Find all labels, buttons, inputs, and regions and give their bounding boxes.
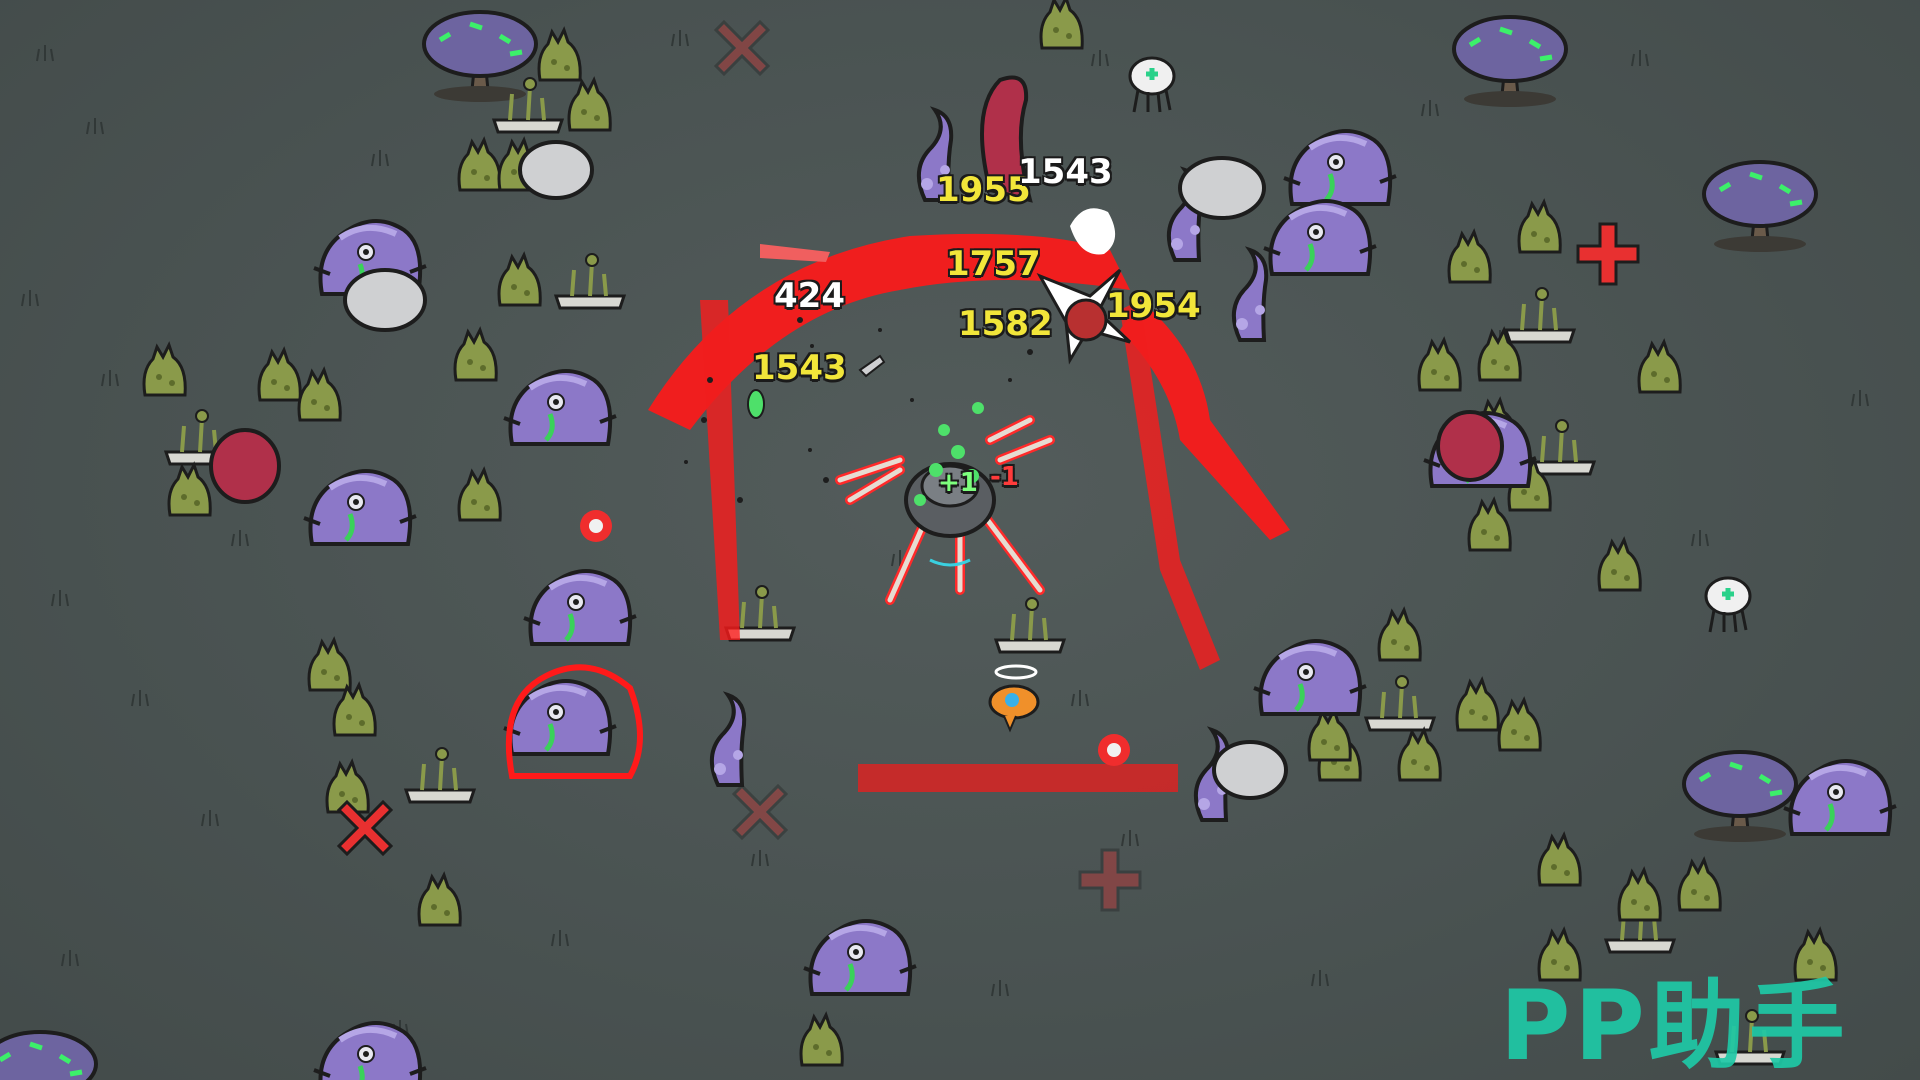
damage-number: 1582 (958, 304, 1053, 344)
damage-number: 424 (774, 276, 845, 316)
trees (0, 12, 1816, 1080)
player-mech (835, 402, 1055, 605)
damage-number: 1955 (936, 170, 1031, 210)
heal-number: +1 (938, 468, 978, 498)
companion-drone (988, 664, 1040, 733)
game-viewport[interactable]: 1955 1543 1757 424 1582 1954 1543 +1 -1 … (0, 0, 1920, 1080)
damage-number: -1 (990, 462, 1019, 492)
game-scene (0, 0, 1920, 1080)
damage-number: 1543 (752, 348, 847, 388)
damage-number: 1757 (946, 244, 1041, 284)
damage-number: 1954 (1106, 286, 1201, 326)
damage-number: 1543 (1018, 152, 1113, 192)
watermark-logo: PP助手 (1500, 970, 1849, 1080)
